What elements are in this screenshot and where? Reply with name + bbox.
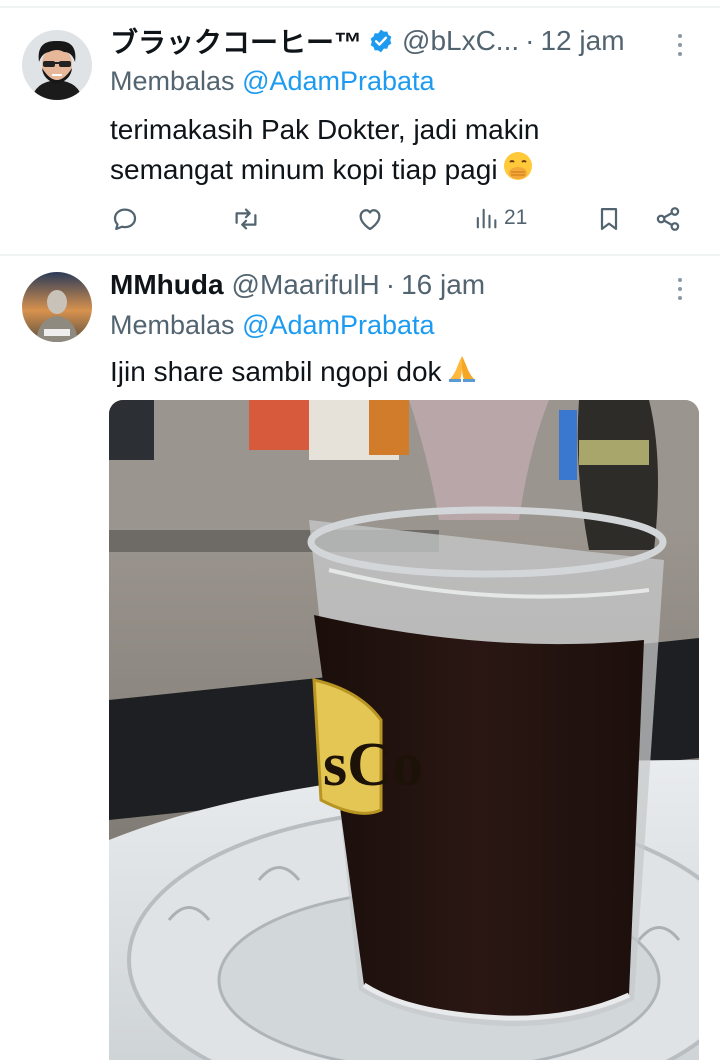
reply-mention-link[interactable]: @AdamPrabata: [242, 310, 435, 340]
repost-icon: [235, 208, 257, 230]
heart-icon: [359, 209, 381, 231]
views-icon: [476, 208, 497, 229]
folded-hands-emoji-icon: [446, 352, 478, 395]
tweet-actions: 21: [0, 204, 720, 244]
tweet-text-content: terimakasih Pak Dokter, jadi makin seman…: [110, 114, 540, 185]
like-button[interactable]: [355, 204, 385, 234]
tweet-photo[interactable]: sCo: [109, 400, 699, 1060]
face-with-hand-over-mouth-emoji-icon: [502, 150, 534, 193]
more-options-icon[interactable]: [670, 30, 690, 60]
display-name[interactable]: MMhuda: [110, 269, 224, 301]
reply-mention-link[interactable]: @AdamPrabata: [242, 66, 435, 96]
avatar[interactable]: [22, 272, 92, 342]
replying-to: Membalas @AdamPrabata: [110, 66, 435, 97]
timestamp[interactable]: 12 jam: [540, 25, 624, 57]
reply-icon: [113, 208, 137, 231]
reply-tweet-2[interactable]: MMhuda @MaarifulH · 16 jam Membalas @Ada…: [0, 258, 720, 1060]
bookmark-icon: [600, 207, 618, 231]
verified-badge-icon: [368, 28, 394, 54]
tweet-text: terimakasih Pak Dokter, jadi makin seman…: [110, 110, 670, 193]
separator-dot: ·: [525, 25, 535, 56]
share-icon: [656, 207, 680, 231]
avatar[interactable]: [22, 30, 92, 100]
display-name[interactable]: ブラックコーヒー™: [110, 21, 362, 61]
replying-to: Membalas @AdamPrabata: [110, 310, 435, 341]
separator-dot: ·: [385, 269, 396, 300]
replying-to-label: Membalas: [110, 310, 235, 340]
replying-to-label: Membalas: [110, 66, 235, 96]
reply-button[interactable]: [110, 204, 140, 234]
user-handle[interactable]: @MaarifulH: [232, 269, 380, 301]
more-options-icon[interactable]: [670, 274, 690, 304]
tweet-divider: [0, 254, 720, 256]
top-divider: [0, 6, 720, 8]
reply-tweet-1[interactable]: ブラックコーヒー™ @bLxC... · 12 jam Membalas @Ad…: [0, 18, 720, 254]
glass-label-text: sCo: [323, 731, 423, 799]
user-handle[interactable]: @bLxC...: [402, 25, 519, 57]
share-button[interactable]: [653, 204, 683, 234]
views-count: 21: [504, 206, 528, 229]
tweet-header: MMhuda @MaarifulH · 16 jam: [110, 268, 485, 302]
timestamp[interactable]: 16 jam: [401, 269, 485, 301]
tweet-header: ブラックコーヒー™ @bLxC... · 12 jam: [110, 24, 625, 58]
repost-button[interactable]: [230, 204, 262, 234]
bookmark-button[interactable]: [595, 204, 623, 234]
tweet-text: Ijin share sambil ngopi dok: [110, 352, 478, 395]
tweet-text-content: Ijin share sambil ngopi dok: [110, 356, 442, 387]
views-button[interactable]: 21: [472, 204, 527, 232]
